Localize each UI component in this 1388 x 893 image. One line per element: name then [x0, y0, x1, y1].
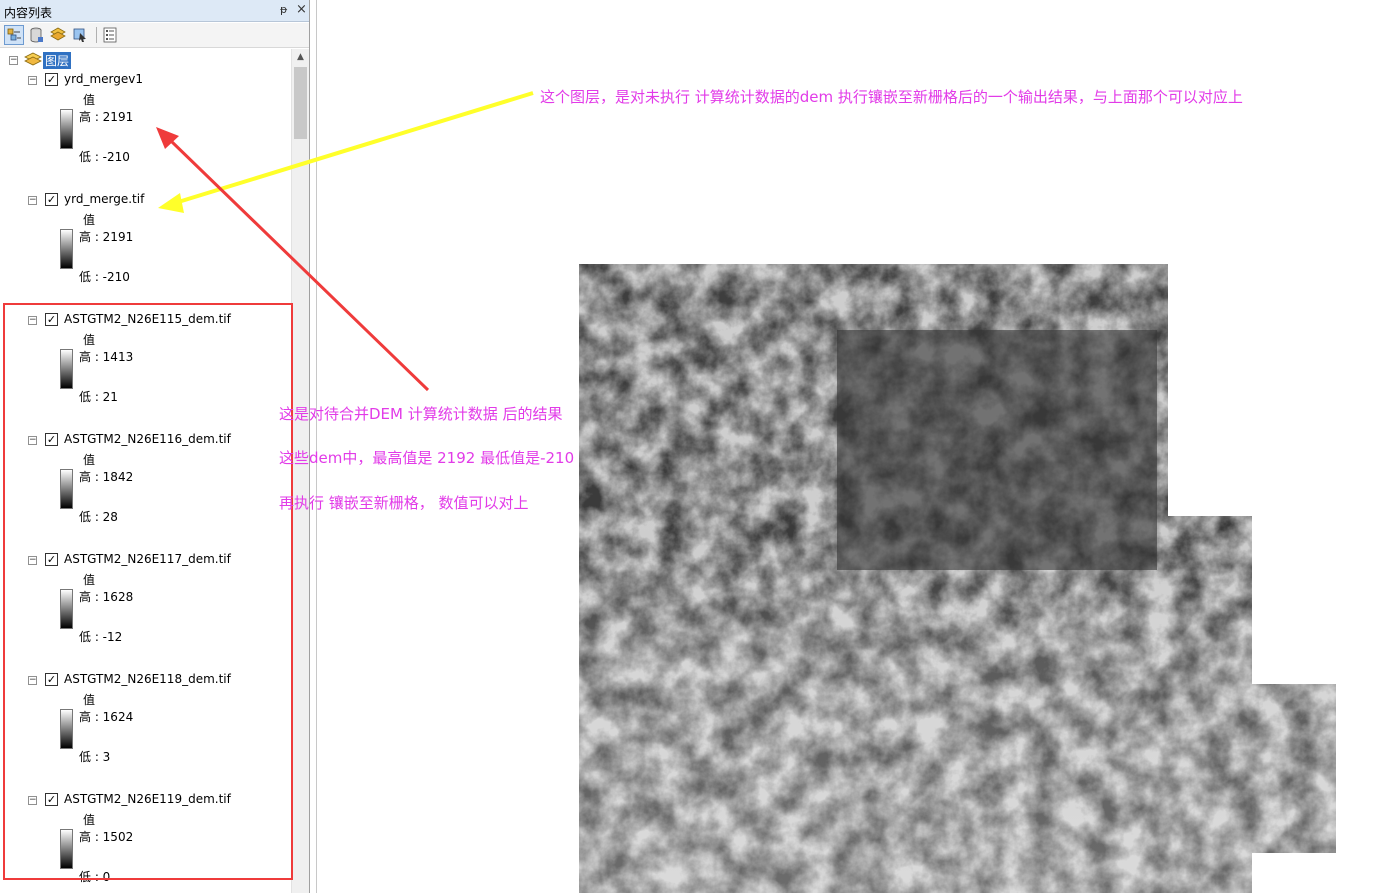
- annotation-text-1: 这是对待合并DEM 计算统计数据 后的结果: [279, 405, 563, 423]
- options-button[interactable]: [100, 25, 120, 45]
- selection-icon: [73, 28, 86, 42]
- layers-root-label: 图层: [43, 52, 72, 69]
- layers-icon: [50, 27, 66, 41]
- layer-name[interactable]: yrd_mergev1: [64, 72, 143, 86]
- pin-icon[interactable]: ᵽ: [280, 3, 287, 16]
- database-icon: [30, 27, 43, 43]
- collapse-icon[interactable]: −: [28, 196, 37, 205]
- panel-title: 内容列表: [4, 6, 53, 20]
- color-ramp-swatch[interactable]: [60, 109, 73, 149]
- scroll-thumb[interactable]: [294, 67, 307, 139]
- highlight-box: [3, 303, 293, 880]
- layer-entry: − ✓ yrd_merge.tif 值 高 : 2191 低 : -210: [0, 191, 291, 311]
- legend-value-label: 值: [83, 213, 96, 227]
- layer-entry: − ✓ yrd_mergev1 值 高 : 2191 低 : -210: [0, 71, 291, 191]
- toc-toolbar: [0, 23, 309, 48]
- list-options-icon: [103, 27, 117, 43]
- vertical-scrollbar[interactable]: ▲: [291, 49, 309, 893]
- legend-high-label: 高 : 2191: [79, 230, 134, 244]
- collapse-icon[interactable]: −: [9, 56, 18, 65]
- annotation-text-3: 再执行 镶嵌至新栅格， 数值可以对上: [279, 494, 529, 512]
- legend-low-label: 低 : -210: [79, 270, 130, 284]
- layers-icon: [24, 52, 42, 66]
- legend-low-label: 低 : -210: [79, 150, 130, 164]
- list-by-selection-button[interactable]: [70, 25, 90, 45]
- list-by-source-button[interactable]: [26, 25, 46, 45]
- close-icon[interactable]: ×: [296, 2, 307, 17]
- layers-root-node[interactable]: − 图层: [0, 49, 291, 71]
- drawing-order-icon: [7, 28, 21, 41]
- legend-high-label: 高 : 2191: [79, 110, 134, 124]
- collapse-icon[interactable]: −: [28, 76, 37, 85]
- layer-visibility-checkbox[interactable]: ✓: [45, 73, 58, 86]
- list-by-visibility-button[interactable]: [48, 25, 68, 45]
- list-by-drawing-order-button[interactable]: [4, 25, 24, 45]
- toolbar-separator: [96, 27, 97, 43]
- panel-title-bar: 内容列表 ᵽ ×: [0, 0, 309, 22]
- app-window: 内容列表 ᵽ × − 图层 − ✓ yrd_mergev1 值 高: 2191…: [0, 0, 1388, 893]
- annotation-text-2: 这些dem中，最高值是 2192 最低值是-210: [279, 449, 575, 467]
- legend-value-label: 值: [83, 93, 96, 107]
- layer-visibility-checkbox[interactable]: ✓: [45, 193, 58, 206]
- scroll-up-arrow-icon[interactable]: ▲: [292, 49, 309, 65]
- annotation-text-top: 这个图层，是对未执行 计算统计数据的dem 执行镶嵌至新栅格后的一个输出结果，与…: [540, 88, 1243, 106]
- layer-name[interactable]: yrd_merge.tif: [64, 192, 144, 206]
- color-ramp-swatch[interactable]: [60, 229, 73, 269]
